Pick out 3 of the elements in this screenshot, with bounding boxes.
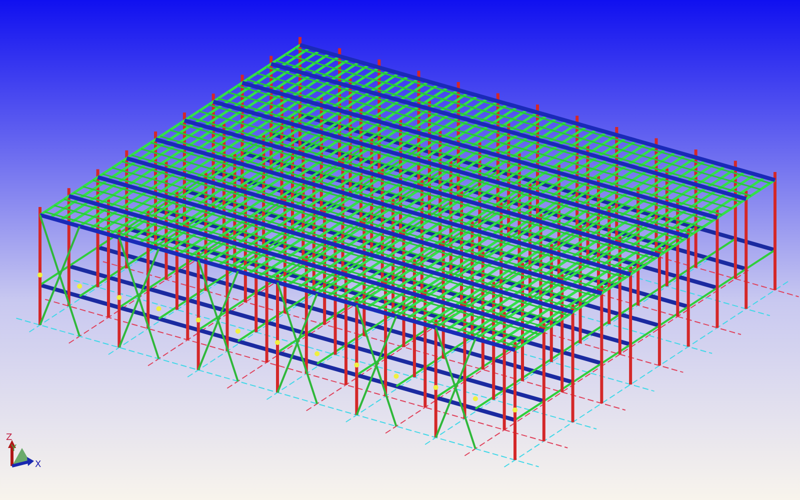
axis-label: Z — [6, 433, 12, 443]
axis-triad-icon — [8, 440, 34, 468]
axis-label: X — [35, 460, 42, 470]
